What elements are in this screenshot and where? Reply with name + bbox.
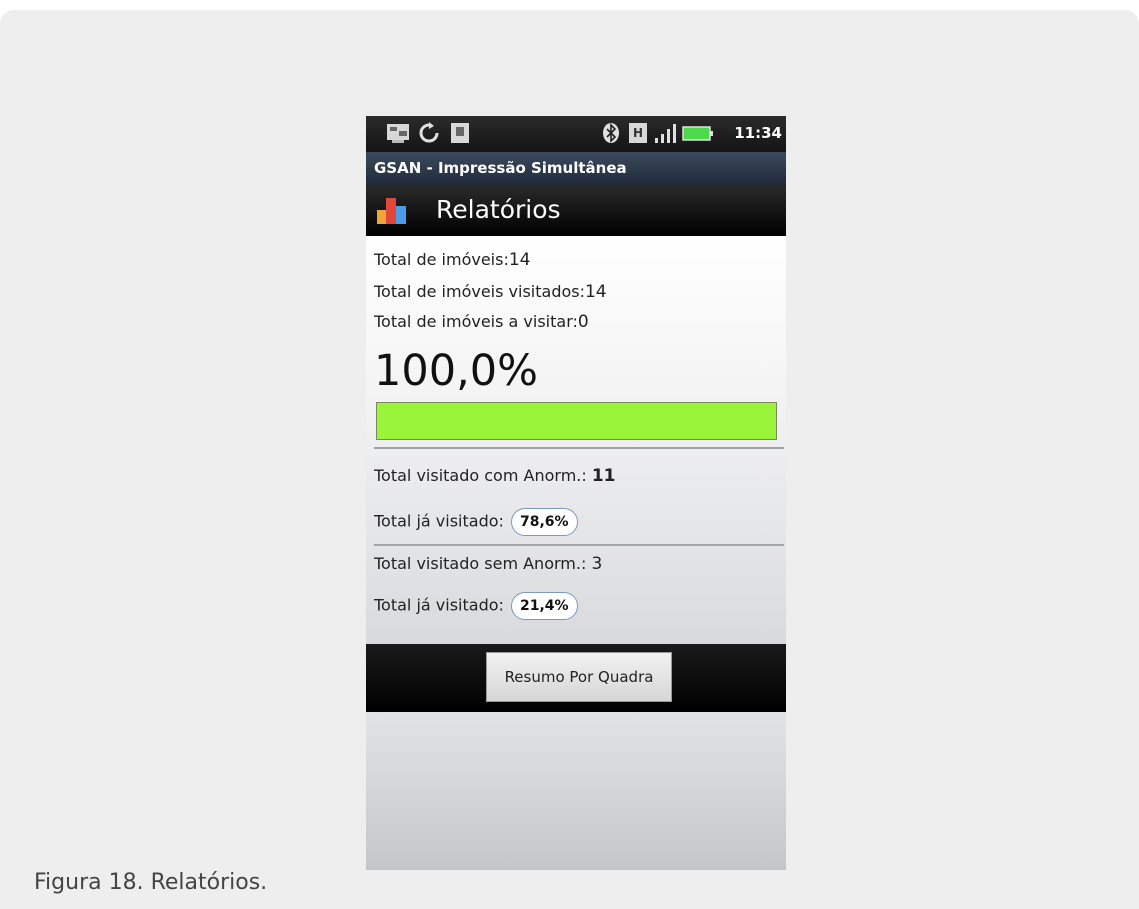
report-panel: Total de imóveis:14 Total de imóveis vis… <box>366 236 786 644</box>
total-a-visitar-label: Total de imóveis a visitar: <box>374 312 578 331</box>
app-name-bar: GSAN - Impressão Simultânea <box>366 152 786 186</box>
figure-caption: Figura 18. Relatórios. <box>34 870 268 895</box>
divider <box>374 447 784 449</box>
signal-icon <box>655 124 676 143</box>
status-clock: 11:34 <box>734 124 782 142</box>
sem-anorm-value: 3 <box>591 554 603 574</box>
total-a-visitar-row: Total de imóveis a visitar:0 <box>374 312 589 332</box>
total-imoveis-row: Total de imóveis:14 <box>374 250 530 270</box>
sem-anorm-visited-label: Total já visitado: <box>374 595 504 615</box>
com-anorm-label: Total visitado com Anorm.: <box>374 466 592 485</box>
resumo-por-quadra-button[interactable]: Resumo Por Quadra <box>486 652 672 702</box>
total-visitados-value: 14 <box>584 282 607 302</box>
bar-chart-icon <box>377 198 406 224</box>
divider <box>374 544 784 546</box>
empty-area <box>366 712 786 870</box>
sem-anorm-label: Total visitado sem Anorm.: <box>374 554 592 573</box>
svg-text:H: H <box>633 126 643 140</box>
usb-debug-icon <box>387 124 409 143</box>
overall-percent: 100,0% <box>374 346 538 396</box>
total-visitados-label: Total de imóveis visitados: <box>374 282 585 301</box>
total-a-visitar-value: 0 <box>577 312 589 332</box>
progress-bar-fill <box>377 403 776 439</box>
com-anorm-visited-row: Total já visitado: 78,6% <box>374 508 578 536</box>
total-imoveis-label: Total de imóveis: <box>374 250 509 269</box>
progress-bar <box>376 402 777 440</box>
sem-anorm-visited-row: Total já visitado: 21,4% <box>374 592 578 620</box>
figure-frame: H 11:34 GSAN - Impressão Simultânea Rela… <box>0 10 1139 909</box>
sync-icon <box>419 122 439 143</box>
total-imoveis-value: 14 <box>508 250 531 270</box>
screen-title: Relatórios <box>436 195 561 224</box>
bottom-action-bar: Resumo Por Quadra <box>366 644 786 712</box>
com-anorm-visited-badge: 78,6% <box>511 508 578 536</box>
com-anorm-value: 11 <box>591 466 616 486</box>
total-visitados-row: Total de imóveis visitados:14 <box>374 282 607 302</box>
battery-icon <box>682 126 713 141</box>
h-network-icon: H <box>629 123 647 143</box>
phone-screen: H 11:34 GSAN - Impressão Simultânea Rela… <box>366 116 786 870</box>
sem-anorm-visited-badge: 21,4% <box>511 592 578 620</box>
sem-anorm-row: Total visitado sem Anorm.: 3 <box>374 554 602 574</box>
bluetooth-icon <box>603 123 619 143</box>
app-name: GSAN - Impressão Simultânea <box>374 159 627 177</box>
status-bar: H 11:34 <box>366 116 786 152</box>
com-anorm-row: Total visitado com Anorm.: 11 <box>374 466 616 486</box>
com-anorm-visited-label: Total já visitado: <box>374 511 504 531</box>
sd-card-icon <box>451 123 469 143</box>
screen-title-bar: Relatórios <box>366 186 786 236</box>
